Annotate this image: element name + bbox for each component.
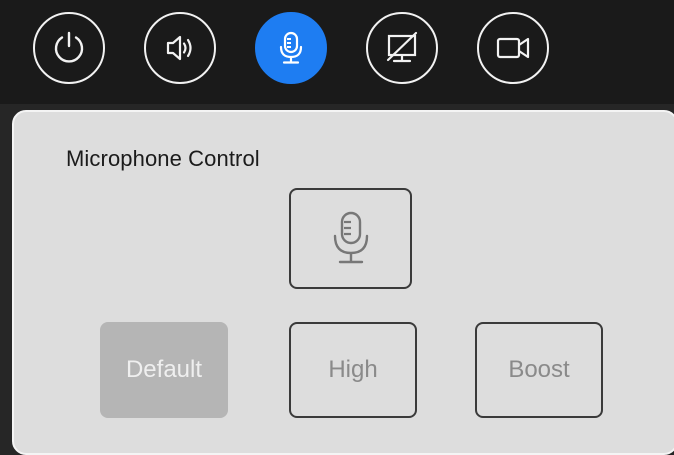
nav-sound-button[interactable] [144, 12, 216, 84]
microphone-control-screen: Microphone Control Default High Boost [0, 0, 674, 455]
power-icon [54, 31, 84, 63]
speaker-icon [166, 35, 192, 61]
microphone-icon [333, 211, 368, 263]
nav-microphone-button[interactable] [255, 12, 327, 84]
nav-camera-button[interactable] [477, 12, 549, 84]
microphone-control-panel: Microphone Control Default High Boost [12, 110, 674, 455]
microphone-icon [279, 31, 303, 64]
nav-power-button[interactable] [33, 12, 105, 84]
mode-high-button[interactable]: High [289, 322, 417, 418]
camera-icon [496, 37, 530, 59]
top-navigation-bar [0, 0, 674, 104]
microphone-toggle-button[interactable] [289, 188, 412, 289]
display-off-icon [386, 31, 418, 63]
panel-title: Microphone Control [66, 146, 260, 171]
mode-default-button[interactable]: Default [100, 322, 228, 418]
mode-boost-button[interactable]: Boost [475, 322, 603, 418]
nav-display-button[interactable] [366, 12, 438, 84]
